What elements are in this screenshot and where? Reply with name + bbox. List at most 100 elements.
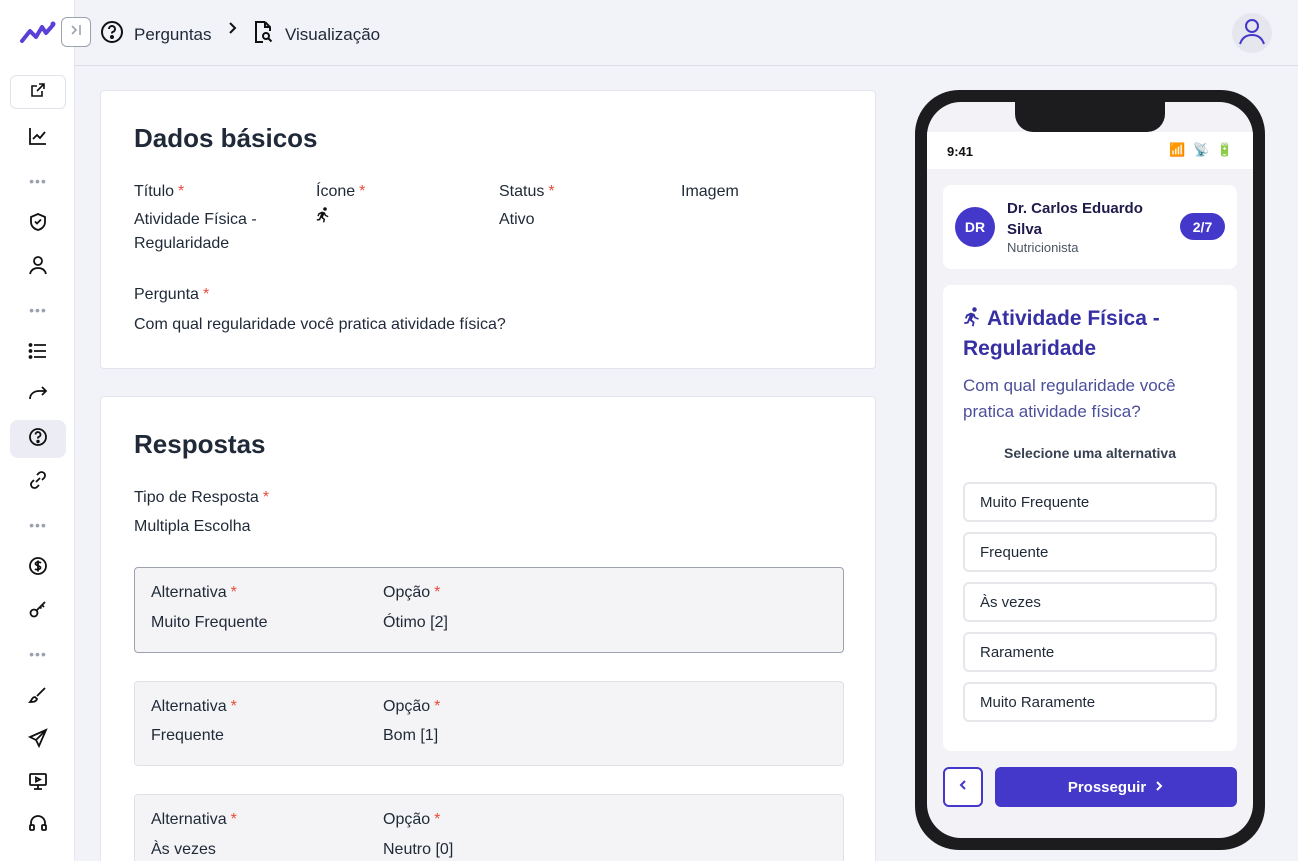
nav-keys[interactable] — [10, 592, 66, 630]
top-header: Perguntas Visualização — [75, 0, 1298, 66]
help-circle-icon — [100, 20, 124, 49]
running-icon — [963, 307, 981, 335]
answer-type-value: Multipla Escolha — [134, 518, 251, 535]
alternative-value: Frequente — [151, 727, 224, 744]
brush-icon — [27, 685, 48, 710]
status-value: Ativo — [499, 211, 535, 228]
forward-arrow-icon — [28, 384, 48, 409]
option-label: Opção * — [383, 811, 441, 828]
shield-heart-icon — [28, 212, 48, 237]
brand-logo[interactable] — [20, 19, 56, 47]
phone-screen: 9:41 📶 📡 🔋 DR Dr. Carlos Eduardo Silva N… — [927, 102, 1253, 838]
title-label: Título * — [134, 183, 185, 200]
phone-status-bar: 9:41 📶 📡 🔋 — [927, 132, 1253, 169]
nav-separator-dots: ••• — [29, 517, 47, 533]
answer-option[interactable]: Frequente — [963, 532, 1217, 572]
nav-send[interactable] — [10, 721, 66, 759]
option-label: Opção * — [383, 584, 441, 601]
professional-role: Nutricionista — [1007, 240, 1079, 255]
chevron-left-icon — [957, 778, 969, 796]
nav-support[interactable] — [10, 806, 66, 844]
option-value: Ótimo [2] — [383, 614, 448, 631]
title-value: Atividade Física - Regularidade — [134, 211, 257, 252]
nav-presentation[interactable] — [10, 764, 66, 802]
user-icon — [1237, 16, 1267, 51]
status-icons: 📶 📡 🔋 — [1169, 142, 1235, 157]
alternative-row[interactable]: Alternativa * Às vezes Opção * Neutro [0] — [134, 794, 844, 861]
option-value: Neutro [0] — [383, 841, 454, 858]
sidebar: ••• ••• ••• ••• — [0, 0, 75, 861]
external-link-button[interactable] — [10, 75, 66, 109]
link-icon — [28, 470, 48, 495]
breadcrumb-label: Visualização — [285, 24, 381, 44]
collapse-panel-icon — [68, 22, 84, 43]
alternative-label: Alternativa * — [151, 584, 237, 601]
select-hint: Selecione uma alternativa — [1004, 445, 1176, 461]
help-circle-icon — [28, 427, 48, 452]
alternative-label: Alternativa * — [151, 811, 237, 828]
section-title: Respostas — [134, 429, 266, 459]
question-text: Com qual regularidade você pratica ativi… — [963, 376, 1176, 421]
breadcrumb-separator — [225, 20, 239, 40]
phone-preview: 9:41 📶 📡 🔋 DR Dr. Carlos Eduardo Silva N… — [915, 90, 1265, 850]
answer-option[interactable]: Raramente — [963, 632, 1217, 672]
chevron-right-icon — [1154, 779, 1164, 796]
alternative-row[interactable]: Alternativa * Frequente Opção * Bom [1] — [134, 681, 844, 766]
answer-type-label: Tipo de Resposta * — [134, 489, 270, 506]
alternative-value: Às vezes — [151, 841, 216, 858]
nav-health[interactable] — [10, 205, 66, 243]
nav-separator-dots: ••• — [29, 302, 47, 318]
nav-links[interactable] — [10, 463, 66, 501]
file-search-icon — [251, 20, 275, 49]
image-label: Imagem — [681, 183, 739, 200]
option-value: Bom [1] — [383, 727, 439, 744]
running-icon — [316, 207, 330, 231]
nav-finance[interactable] — [10, 549, 66, 587]
answer-option[interactable]: Às vezes — [963, 582, 1217, 622]
key-icon — [28, 599, 48, 624]
option-label: Opção * — [383, 698, 441, 715]
professional-card: DR Dr. Carlos Eduardo Silva Nutricionist… — [943, 185, 1237, 269]
status-time: 9:41 — [947, 144, 974, 159]
external-link-icon — [30, 82, 46, 103]
nav-list[interactable] — [10, 334, 66, 372]
sidebar-toggle-button[interactable] — [61, 17, 91, 47]
nav-separator-dots: ••• — [29, 173, 47, 189]
back-button[interactable] — [943, 767, 983, 807]
nav-questions[interactable] — [10, 420, 66, 458]
user-icon — [28, 255, 48, 280]
alternative-value: Muito Frequente — [151, 614, 268, 631]
dollar-icon — [28, 556, 48, 581]
answer-option[interactable]: Muito Frequente — [963, 482, 1217, 522]
professional-avatar: DR — [955, 207, 995, 247]
breadcrumb-preview: Visualização — [251, 20, 380, 49]
breadcrumb-questions[interactable]: Perguntas — [100, 20, 212, 49]
phone-notch — [1015, 102, 1165, 132]
nav-flows[interactable] — [10, 377, 66, 415]
alternative-label: Alternativa * — [151, 698, 237, 715]
breadcrumb-label: Perguntas — [134, 24, 212, 44]
user-avatar[interactable] — [1232, 13, 1272, 53]
presentation-icon — [28, 771, 48, 796]
chart-line-icon — [28, 126, 48, 151]
continue-button[interactable]: Prosseguir — [995, 767, 1237, 807]
nav-users[interactable] — [10, 248, 66, 286]
question-label: Pergunta * — [134, 286, 210, 303]
nav-dashboard[interactable] — [10, 119, 66, 157]
step-badge: 2/7 — [1180, 213, 1225, 240]
basic-data-card: Dados básicos Título * Atividade Física -… — [100, 90, 876, 369]
chevron-right-icon — [225, 20, 239, 40]
nav-separator-dots: ••• — [29, 646, 47, 662]
answer-option[interactable]: Muito Raramente — [963, 682, 1217, 722]
answers-card: Respostas Tipo de Resposta * Multipla Esc… — [100, 396, 876, 861]
status-label: Status * — [499, 183, 555, 200]
question-value: Com qual regularidade você pratica ativi… — [134, 316, 506, 333]
professional-name: Dr. Carlos Eduardo Silva — [1007, 200, 1143, 238]
headset-icon — [28, 813, 48, 838]
nav-appearance[interactable] — [10, 678, 66, 716]
question-title: Atividade Física - Regularidade — [963, 307, 1160, 360]
section-title: Dados básicos — [134, 123, 318, 153]
list-icon — [28, 341, 48, 366]
continue-label: Prosseguir — [1067, 778, 1147, 796]
alternative-row[interactable]: Alternativa * Muito Frequente Opção * Ótim… — [134, 567, 844, 653]
